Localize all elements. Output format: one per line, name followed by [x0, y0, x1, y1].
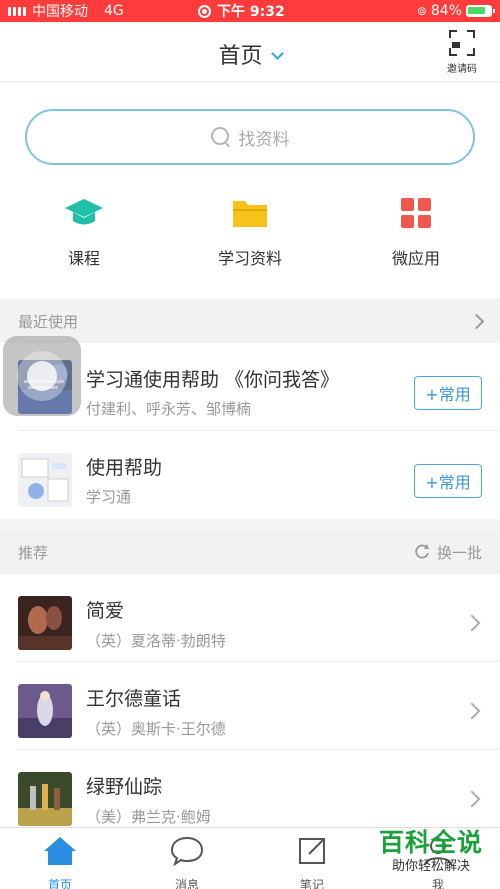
clock: 下午 9:32	[217, 4, 285, 20]
home-icon	[44, 837, 76, 865]
item-title: 简爱	[86, 600, 125, 622]
recommend-item[interactable]: 绿野仙踪 （美）弗兰克·鲍姆	[0, 750, 500, 838]
recording-icon	[198, 4, 211, 18]
item-title: 王尔德童话	[86, 688, 182, 710]
item-title: 使用帮助	[86, 457, 163, 479]
search-placeholder: 找资料	[238, 129, 290, 150]
chevron-right-icon	[463, 614, 481, 632]
tab-messages[interactable]: 消息	[137, 836, 237, 889]
item-subtitle: （英）夏洛蒂·勃朗特	[86, 632, 226, 650]
tab-label: 消息	[174, 878, 199, 889]
grid-apps-icon	[346, 195, 486, 231]
orientation-lock-icon: ⊚	[416, 4, 427, 18]
add-to-favorites-button[interactable]: +常用	[414, 464, 482, 498]
carrier-label: 中国移动	[32, 4, 88, 20]
chevron-right-icon	[463, 790, 481, 808]
network-label: 4G	[104, 3, 124, 19]
status-bar: 中国移动 4G 下午 9:32 ⊚ 84%	[0, 0, 500, 22]
battery-percent: 84%	[430, 3, 462, 19]
quick-link-micro-apps[interactable]: 微应用	[346, 195, 486, 269]
search-icon	[210, 127, 231, 147]
chevron-right-icon	[463, 702, 481, 720]
recommend-item[interactable]: 简爱 （英）夏洛蒂·勃朗特	[0, 574, 500, 662]
search-panel: 找资料 课程 学习资料 微应用	[0, 83, 500, 298]
folder-icon	[180, 195, 320, 231]
recommend-section-header: 推荐 换一批	[0, 530, 500, 574]
book-cover-thumbnail	[18, 684, 72, 738]
watermark-subtitle: 助你轻松解决	[391, 859, 470, 874]
chevron-down-icon	[270, 47, 284, 60]
quick-link-label: 学习资料	[217, 249, 282, 268]
refresh-button[interactable]: 换一批	[413, 542, 482, 563]
refresh-label: 换一批	[436, 543, 482, 562]
chevron-right-icon	[468, 313, 485, 329]
recent-item[interactable]: 使用帮助 学习通 +常用	[0, 431, 500, 519]
quick-link-label: 课程	[67, 249, 100, 268]
quick-link-label: 微应用	[391, 249, 440, 268]
watermark-title: 百科全说	[378, 828, 483, 857]
item-subtitle: 付建利、呼永芳、邹博楠	[86, 400, 252, 418]
refresh-icon	[415, 544, 429, 559]
top-header: 首页 邀请码	[0, 22, 500, 82]
invite-code-button[interactable]: 邀请码	[442, 30, 482, 75]
scan-icon	[449, 30, 475, 56]
tab-home[interactable]: 首页	[10, 836, 110, 889]
item-title: 绿野仙踪	[86, 776, 163, 798]
add-to-favorites-button[interactable]: +常用	[414, 376, 482, 410]
help-thumbnail	[18, 453, 72, 507]
watermark-logo: 百科全说 助你轻松解决	[372, 828, 490, 882]
recent-heading: 最近使用	[18, 312, 79, 331]
assistive-touch-button[interactable]	[3, 336, 81, 416]
invite-code-label: 邀请码	[447, 64, 477, 75]
search-input[interactable]: 找资料	[25, 109, 475, 165]
item-subtitle: （美）弗兰克·鲍姆	[86, 808, 211, 826]
page-title: 首页	[218, 44, 263, 69]
book-cover-thumbnail	[18, 772, 72, 826]
graduation-cap-icon	[14, 195, 154, 231]
item-subtitle: 学习通	[86, 488, 132, 506]
recommend-heading: 推荐	[18, 543, 49, 562]
tab-label: 笔记	[299, 878, 324, 889]
chat-bubble-icon	[170, 836, 204, 867]
page-title-dropdown[interactable]: 首页	[0, 38, 500, 70]
recent-section-header[interactable]: 最近使用	[0, 299, 500, 343]
tab-notes[interactable]: 笔记	[262, 836, 362, 889]
item-title: 学习通使用帮助 《你问我答》	[86, 369, 340, 391]
battery-icon	[466, 5, 495, 17]
tab-label: 首页	[47, 878, 72, 889]
edit-note-icon	[299, 838, 325, 864]
item-subtitle: （英）奥斯卡·王尔德	[86, 720, 226, 738]
book-cover-thumbnail	[18, 596, 72, 650]
recommend-item[interactable]: 王尔德童话 （英）奥斯卡·王尔德	[0, 662, 500, 750]
quick-link-materials[interactable]: 学习资料	[180, 195, 320, 269]
signal-icon	[8, 6, 26, 16]
quick-link-courses[interactable]: 课程	[14, 195, 154, 269]
